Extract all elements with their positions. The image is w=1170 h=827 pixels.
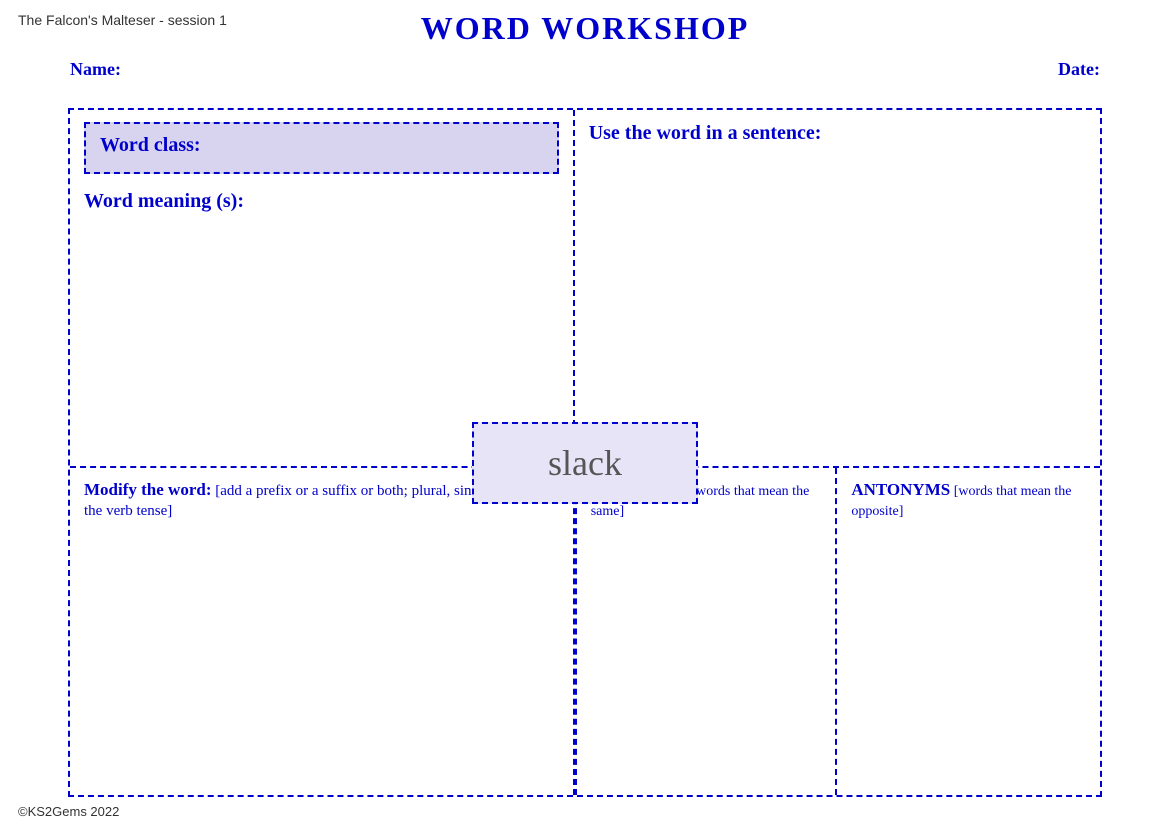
word-text: slack xyxy=(548,443,622,483)
use-sentence-label: Use the word in a sentence: xyxy=(589,122,1086,145)
modify-bold: Modify the word: xyxy=(84,480,211,499)
date-label: Date: xyxy=(1058,59,1100,80)
word-class-box[interactable]: Word class: xyxy=(84,122,559,174)
copyright: ©KS2Gems 2022 xyxy=(18,804,119,819)
name-label: Name: xyxy=(70,59,121,80)
word-meaning-label: Word meaning (s): xyxy=(84,190,559,213)
antonyms-column: ANTONYMS [words that mean the opposite] xyxy=(837,468,1100,795)
antonyms-bold: ANTONYMS xyxy=(851,480,950,499)
main-container: Word class: Word meaning (s): Use the wo… xyxy=(68,108,1102,797)
word-center-box: slack xyxy=(472,422,699,504)
left-panel: Word class: Word meaning (s): xyxy=(70,110,575,466)
top-section: Word class: Word meaning (s): Use the wo… xyxy=(70,110,1100,468)
session-label: The Falcon's Malteser - session 1 xyxy=(18,12,227,28)
synonyms-column: SYNONYMS [words that mean the same] xyxy=(575,468,838,795)
modify-column: Modify the word: [add a prefix or a suff… xyxy=(70,468,575,795)
antonyms-label: ANTONYMS [words that mean the opposite] xyxy=(851,480,1086,520)
bottom-section: Modify the word: [add a prefix or a suff… xyxy=(70,468,1100,795)
right-panel: Use the word in a sentence: xyxy=(575,110,1100,466)
word-class-label: Word class: xyxy=(100,134,201,156)
name-date-row: Name: Date: xyxy=(0,47,1170,90)
